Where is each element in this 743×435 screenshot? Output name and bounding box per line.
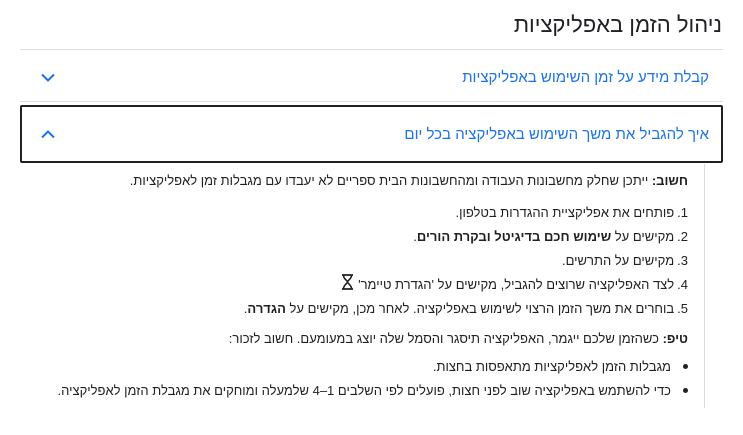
step-number: 2. [677, 228, 688, 244]
tip-bullets: מגבלות הזמן לאפליקציות מתאפסות בחצות. כד… [58, 354, 688, 402]
accordion-limit-usage-title: איך להגביל את משך השימוש באפליקציה בכל י… [404, 125, 709, 143]
important-note: חשוב: ייתכן שחלק מחשבונות העבודה ומהחשבו… [130, 172, 688, 189]
step-text: בוחרים את משך הזמן הרצוי לשימוש באפליקצי… [243, 300, 675, 316]
steps-list: 1. פותחים את אפליקציית ההגדרות בטלפון. 2… [244, 200, 688, 320]
list-item: 1. פותחים את אפליקציית ההגדרות בטלפון. [244, 200, 688, 224]
bullet-text: מגבלות הזמן לאפליקציות מתאפסות בחצות. [432, 358, 671, 374]
step-number: 4. [677, 276, 688, 292]
step-number: 5. [677, 300, 688, 316]
step-number: 3. [677, 252, 688, 268]
step-text: פותחים את אפליקציית ההגדרות בטלפון. [455, 204, 675, 220]
accordion-usage-info-title: קבלת מידע על זמן השימוש באפליקציות [462, 69, 709, 86]
list-item: מגבלות הזמן לאפליקציות מתאפסות בחצות. [58, 354, 688, 378]
digital-wellbeing-label: שימוש חכם בדיגיטל ובקרת הורים [416, 228, 612, 244]
accordion-usage-info[interactable]: קבלת מידע על זמן השימוש באפליקציות [20, 54, 723, 102]
list-item: 2. מקישים על שימוש חכם בדיגיטל ובקרת הור… [244, 224, 688, 248]
accordion-limit-usage[interactable]: איך להגביל את משך השימוש באפליקציה בכל י… [20, 105, 723, 163]
title-divider [20, 49, 723, 50]
accordion-limit-usage-content: חשוב: ייתכן שחלק מחשבונות העבודה ומהחשבו… [40, 164, 705, 408]
bullet-icon [683, 387, 688, 393]
step-text: לצד האפליקציה שרוצים להגביל, מקישים על '… [358, 276, 675, 292]
tip-note: טיפ: כשהזמן שלכם ייגמר, האפליקציה תיסגר … [229, 330, 688, 347]
tip-text: כשהזמן שלכם ייגמר, האפליקציה תיסגר והסמל… [228, 331, 663, 346]
chevron-down-icon [36, 66, 60, 90]
list-item: 4. לצד האפליקציה שרוצים להגביל, מקישים ע… [244, 272, 688, 296]
page-title: ניהול הזמן באפליקציות [513, 12, 722, 37]
list-item: 3. מקישים על התרשים. [244, 248, 688, 272]
bullet-icon [683, 363, 688, 369]
tip-label: טיפ: [662, 331, 688, 346]
hourglass-icon [341, 274, 354, 294]
bullet-text: כדי להשתמש באפליקציה שוב לפני חצות, פועל… [57, 382, 671, 398]
step-number: 1. [677, 204, 688, 220]
important-text: ייתכן שחלק מחשבונות העבודה ומהחשבונות הב… [129, 173, 652, 188]
important-label: חשוב: [651, 173, 688, 188]
set-label: הגדרה [247, 300, 286, 316]
step-text: מקישים על שימוש חכם בדיגיטל ובקרת הורים. [413, 228, 675, 244]
list-item: כדי להשתמש באפליקציה שוב לפני חצות, פועל… [58, 378, 688, 402]
chevron-up-icon [36, 122, 60, 146]
step-text: מקישים על התרשים. [561, 252, 675, 268]
list-item: 5. בוחרים את משך הזמן הרצוי לשימוש באפלי… [244, 296, 688, 320]
